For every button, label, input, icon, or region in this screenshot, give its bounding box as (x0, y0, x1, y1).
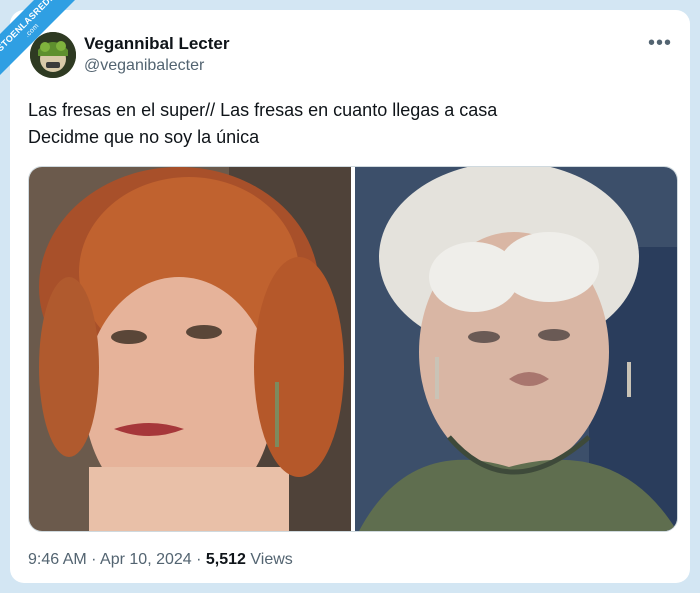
tweet-media[interactable] (28, 166, 678, 532)
views-count: 5,512 (205, 551, 246, 568)
tweet-time[interactable]: 9:46 AM (28, 551, 87, 568)
meta-separator: · (196, 551, 206, 568)
media-image-right[interactable] (355, 167, 677, 531)
avatar[interactable] (30, 32, 76, 78)
tweet-card: Vegannibal Lecter @veganibalecter ••• La… (10, 10, 690, 583)
meta-separator: · (91, 551, 101, 568)
media-image-left[interactable] (29, 167, 351, 531)
user-handle[interactable]: @veganibalecter (84, 57, 204, 75)
tweet-text-line: Decidme que no soy la única (28, 127, 260, 147)
tweet-date[interactable]: Apr 10, 2024 (100, 551, 192, 568)
tweet-text: Las fresas en el super// Las fresas en c… (28, 97, 668, 151)
more-icon[interactable]: ••• (648, 32, 672, 55)
display-name[interactable]: Vegannibal Lecter (84, 34, 230, 54)
tweet-meta: 9:46 AM · Apr 10, 2024 · 5,512 Views (28, 551, 293, 569)
tweet-text-line: Las fresas en el super// Las fresas en c… (28, 100, 498, 120)
views-label: Views (250, 551, 293, 568)
